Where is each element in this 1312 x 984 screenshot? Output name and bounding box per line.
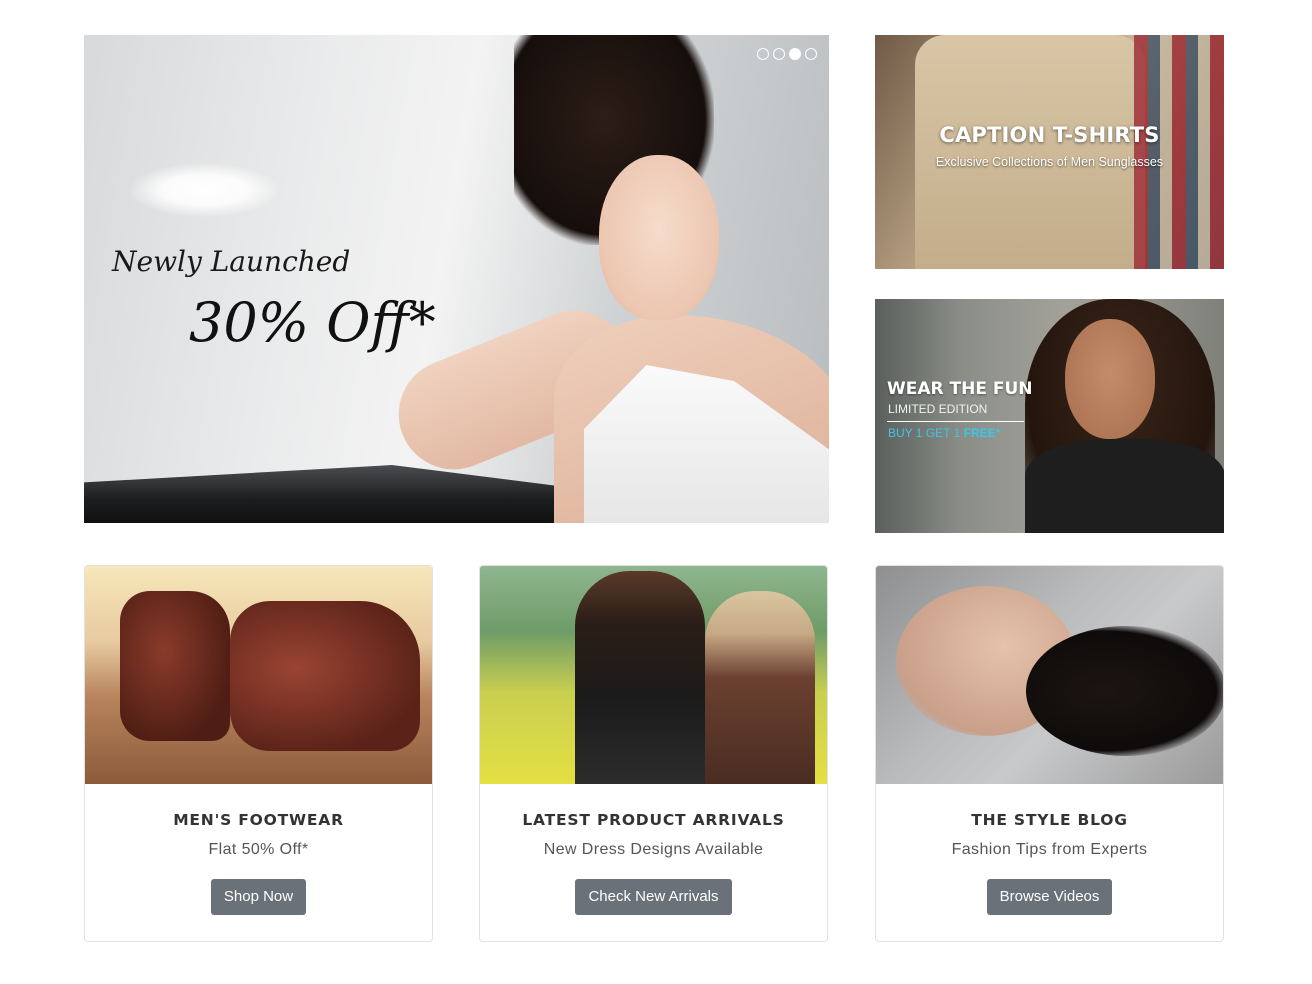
banner-edition: LIMITED EDITION [888, 402, 988, 416]
banner-title: WEAR THE FUN [887, 379, 1033, 399]
slider-dot-2[interactable] [773, 48, 785, 60]
slider-dot-4[interactable] [805, 48, 817, 60]
hero-offer: 30% Off* [189, 291, 436, 354]
tshirt-image [915, 35, 1145, 269]
check-new-arrivals-button[interactable]: Check New Arrivals [575, 879, 732, 915]
card-mens-footwear: MEN'S FOOTWEAR Flat 50% Off* Shop Now [84, 565, 433, 942]
slider-dot-3[interactable] [789, 48, 801, 60]
banner-offer-prefix: BUY 1 GET 1 [888, 426, 961, 440]
slider-pagination [757, 48, 817, 60]
hero-slider[interactable]: Newly Launched 30% Off* [84, 35, 829, 523]
banner-offer: BUY 1 GET 1 FREE* [888, 426, 1000, 440]
card-title: MEN'S FOOTWEAR [173, 811, 344, 829]
hero-light-glare [129, 163, 279, 217]
slider-dot-1[interactable] [757, 48, 769, 60]
card-style-blog: THE STYLE BLOG Fashion Tips from Experts… [875, 565, 1224, 942]
model-body-image [1025, 439, 1224, 533]
boot-left [120, 591, 230, 741]
woman-figure [705, 591, 815, 784]
banner-divider [887, 421, 1024, 422]
hero-model-face [599, 155, 719, 320]
hanging-clothes-image [1134, 35, 1224, 269]
banner-title: CAPTION T-SHIRTS [939, 123, 1160, 147]
card-subtitle: Fashion Tips from Experts [951, 841, 1148, 858]
boot-right [230, 601, 420, 751]
model-face-image [1065, 319, 1155, 439]
browse-videos-button[interactable]: Browse Videos [986, 879, 1113, 915]
hero-tagline: Newly Launched [112, 245, 351, 278]
card-subtitle: Flat 50% Off* [208, 841, 309, 858]
card-title: THE STYLE BLOG [971, 811, 1128, 829]
banner-subtitle: Exclusive Collections of Men Sunglasses [935, 155, 1164, 169]
couple-field-image [480, 566, 827, 784]
card-subtitle: New Dress Designs Available [543, 841, 764, 858]
card-title: LATEST PRODUCT ARRIVALS [522, 811, 785, 829]
banner-wear-the-fun[interactable]: WEAR THE FUN LIMITED EDITION BUY 1 GET 1… [875, 299, 1224, 533]
reclining-model-image [876, 566, 1223, 784]
banner-caption-tshirts[interactable]: CAPTION T-SHIRTS Exclusive Collections o… [875, 35, 1224, 269]
banner-offer-highlight: FREE* [963, 426, 1001, 440]
man-figure [575, 571, 705, 784]
card-latest-arrivals: LATEST PRODUCT ARRIVALS New Dress Design… [479, 565, 828, 942]
boots-image [85, 566, 432, 784]
shop-now-button[interactable]: Shop Now [210, 879, 307, 915]
model-hair [1026, 626, 1223, 756]
